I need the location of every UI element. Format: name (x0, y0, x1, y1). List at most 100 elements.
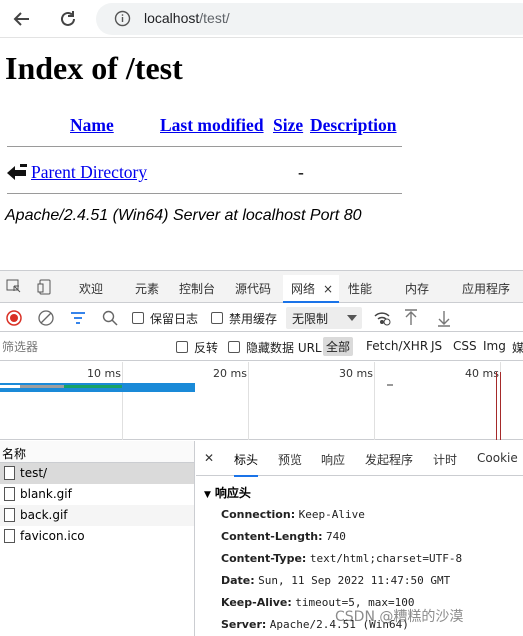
request-list: 名称 test/ blank.gif back.gif favicon.ico (0, 441, 195, 636)
tab-timing[interactable]: 计时 (433, 451, 457, 468)
timeline-tick-label: 40 ms (465, 367, 499, 380)
document-icon (4, 466, 15, 480)
inspect-element-icon[interactable] (6, 279, 22, 295)
disable-cache-label: 禁用缓存 (229, 312, 278, 326)
column-size-link[interactable]: Size (273, 115, 303, 136)
filter-bar: 反转 隐藏数据 URL 全部 Fetch/XHR JS CSS Img 媒 (0, 333, 523, 361)
section-title: 响应头 (214, 486, 251, 500)
export-har-icon[interactable] (437, 309, 451, 327)
divider (7, 146, 402, 147)
tab-headers[interactable]: 标头 (234, 451, 259, 477)
timeline-segment (20, 385, 64, 388)
timeline-gridline (374, 362, 375, 440)
throttle-value: 无限制 (292, 312, 329, 326)
tab-sources[interactable]: 源代码 (235, 280, 271, 297)
back-folder-icon (7, 164, 27, 180)
filter-type-css[interactable]: CSS (453, 339, 477, 353)
request-row[interactable]: back.gif (0, 505, 194, 526)
network-toolbar: 保留日志 禁用缓存 无限制 (0, 304, 523, 332)
file-icon (4, 487, 15, 501)
tab-initiator[interactable]: 发起程序 (365, 451, 413, 468)
header-row: Connection: Keep-Alive (221, 508, 365, 521)
back-arrow-icon (13, 12, 29, 26)
hide-data-urls-checkbox[interactable] (228, 341, 240, 353)
request-name: test/ (20, 466, 48, 480)
timeline-gridline (248, 362, 249, 440)
timeline-tick-label: 30 ms (339, 367, 373, 380)
disable-cache-checkbox[interactable] (211, 312, 223, 324)
tab-preview[interactable]: 预览 (278, 451, 302, 468)
tab-cookie[interactable]: Cookie (477, 451, 518, 465)
throttle-select[interactable]: 无限制 (286, 307, 362, 329)
preserve-log-label: 保留日志 (150, 312, 199, 326)
page-content: Index of /test Name Last modified Size D… (0, 38, 523, 268)
chevron-down-icon (347, 315, 357, 321)
header-row: Date: Sun, 11 Sep 2022 11:47:50 GMT (221, 574, 451, 587)
address-bar[interactable]: localhost/test/ (96, 3, 523, 35)
tab-welcome[interactable]: 欢迎 (79, 280, 103, 297)
devtools-tabbar: 欢迎 元素 控制台 源代码 网络 × 性能 内存 应用程序 (0, 271, 523, 303)
devtools-panel: 欢迎 元素 控制台 源代码 网络 × 性能 内存 应用程序 保留日志 禁用缓存 无… (0, 270, 523, 636)
server-signature: Apache/2.4.51 (Win64) Server at localhos… (5, 207, 362, 224)
response-headers-section[interactable]: ▼ 响应头 (204, 484, 251, 501)
file-icon (4, 529, 15, 543)
preserve-log-checkbox[interactable] (132, 312, 144, 324)
tab-response[interactable]: 响应 (321, 451, 345, 468)
tab-memory[interactable]: 内存 (405, 280, 429, 297)
timeline-overview[interactable]: 10 ms 20 ms 30 ms 40 ms (0, 362, 523, 440)
load-event-line (496, 372, 497, 440)
triangle-down-icon: ▼ (204, 490, 211, 500)
timeline-marker (387, 384, 393, 386)
details-tabbar: ✕ 标头 预览 响应 发起程序 计时 Cookie (196, 441, 523, 477)
network-conditions-icon[interactable] (373, 310, 391, 326)
invert-checkbox[interactable] (176, 341, 188, 353)
request-row[interactable]: blank.gif (0, 484, 194, 505)
column-name-link[interactable]: Name (70, 115, 114, 136)
filter-type-fetch[interactable]: Fetch/XHR (366, 339, 428, 353)
column-last-modified-link[interactable]: Last modified (160, 115, 264, 136)
parent-size: - (298, 162, 304, 182)
info-icon[interactable] (114, 10, 131, 27)
header-row: Content-Length: 740 (221, 530, 346, 543)
close-details-icon[interactable]: ✕ (204, 451, 214, 465)
timeline-segment (0, 385, 20, 388)
filter-type-img[interactable]: Img (483, 339, 506, 353)
column-description-link[interactable]: Description (310, 115, 397, 136)
tab-elements[interactable]: 元素 (135, 280, 159, 297)
close-tab-icon[interactable]: × (323, 282, 333, 296)
divider (7, 193, 402, 194)
invert-label: 反转 (194, 341, 219, 355)
back-button[interactable] (9, 6, 35, 32)
filter-type-media[interactable]: 媒 (512, 339, 523, 356)
tab-application[interactable]: 应用程序 (462, 280, 510, 297)
filter-input[interactable] (2, 336, 162, 358)
clear-icon[interactable] (38, 310, 54, 326)
image-file-icon (4, 508, 15, 522)
tab-performance[interactable]: 性能 (348, 280, 372, 297)
device-emulation-icon[interactable] (37, 279, 53, 295)
request-name: favicon.ico (20, 529, 85, 543)
url-text: localhost/test/ (144, 10, 230, 26)
parent-directory-link[interactable]: Parent Directory (31, 162, 147, 183)
search-icon[interactable] (102, 310, 118, 326)
request-row[interactable]: favicon.ico (0, 526, 194, 547)
import-har-icon[interactable] (404, 309, 418, 327)
filter-icon[interactable] (70, 311, 86, 325)
filter-type-js[interactable]: JS (431, 339, 442, 353)
tab-network[interactable]: 网络 × (283, 275, 340, 303)
reload-icon (61, 11, 75, 26)
dom-content-loaded-line (500, 372, 501, 440)
filter-type-all[interactable]: 全部 (323, 337, 354, 356)
hide-data-urls-label: 隐藏数据 URL (246, 341, 322, 355)
reload-button[interactable] (55, 6, 81, 32)
record-stop-icon[interactable] (6, 310, 22, 326)
browser-toolbar: localhost/test/ (0, 0, 523, 38)
request-row[interactable]: test/ (0, 463, 194, 484)
timeline-tick-label: 20 ms (213, 367, 247, 380)
header-row: Content-Type: text/html;charset=UTF-8 (221, 552, 463, 565)
request-name: back.gif (20, 508, 68, 522)
tab-console[interactable]: 控制台 (179, 280, 215, 297)
column-header-name[interactable]: 名称 (0, 441, 194, 463)
timeline-gridline (122, 362, 123, 440)
timeline-tick-label: 10 ms (87, 367, 121, 380)
